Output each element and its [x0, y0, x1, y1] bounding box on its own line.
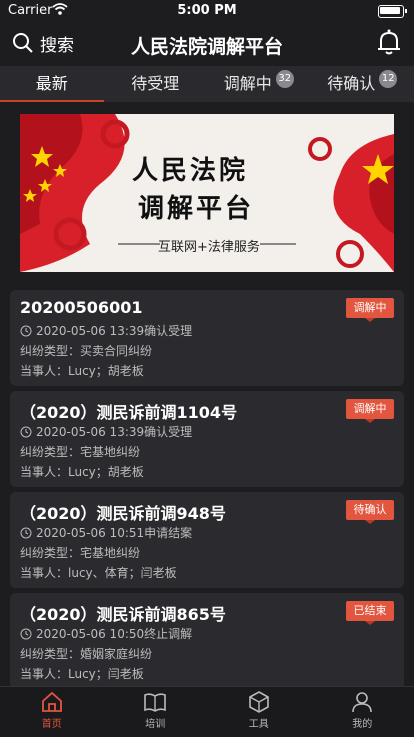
- tab-label: 待确认: [327, 74, 375, 93]
- tabbar-label: 培训: [145, 719, 165, 730]
- page-title: 人民法院调解平台: [0, 32, 414, 59]
- book-icon: [143, 691, 167, 713]
- tab-latest[interactable]: 最新: [0, 66, 104, 102]
- case-party: 当事人：Lucy；闫老板: [20, 665, 144, 682]
- case-type: 纠纷类型：宅基地纠纷: [20, 544, 140, 561]
- battery-icon: [378, 5, 404, 18]
- case-card[interactable]: （2020）测民诉前调865号 2020-05-06 10:50终止调解 纠纷类…: [10, 593, 404, 689]
- banner-subtitle: 互联网+法律服务: [158, 236, 260, 255]
- tab-label: 调解中: [224, 74, 272, 93]
- tab-mediating[interactable]: 调解中32: [207, 66, 311, 102]
- promo-banner[interactable]: 人民法院 调解平台 互联网+法律服务: [20, 114, 394, 272]
- case-card[interactable]: 20200506001 2020-05-06 13:39确认受理 纠纷类型：买卖…: [10, 290, 404, 386]
- tabbar-home[interactable]: 首页: [0, 687, 104, 737]
- tabbar-tools[interactable]: 工具: [207, 687, 311, 737]
- tabbar-training[interactable]: 培训: [104, 687, 208, 737]
- user-icon: [350, 691, 374, 713]
- case-time-text: 2020-05-06 10:50终止调解: [36, 625, 192, 642]
- status-badge: 调解中: [346, 298, 394, 318]
- count-badge: 12: [379, 70, 397, 88]
- case-card[interactable]: （2020）测民诉前调948号 2020-05-06 10:51申请结案 纠纷类…: [10, 492, 404, 588]
- tab-label: 最新: [36, 74, 68, 93]
- case-time: 2020-05-06 10:51申请结案: [20, 524, 192, 541]
- status-badge: 已结束: [346, 601, 394, 621]
- case-time-text: 2020-05-06 13:39确认受理: [36, 322, 192, 339]
- case-number: （2020）测民诉前调1104号: [20, 399, 237, 423]
- case-number: 20200506001: [20, 298, 142, 317]
- clock-icon: [20, 325, 32, 337]
- case-party: 当事人：Lucy；胡老板: [20, 362, 144, 379]
- tabbar-mine[interactable]: 我的: [311, 687, 414, 737]
- case-party: 当事人：lucy、体育；闫老板: [20, 564, 177, 581]
- tab-label: 待受理: [131, 74, 179, 93]
- nav-bar: 搜索 人民法院调解平台: [0, 22, 414, 64]
- tabbar-label: 首页: [42, 719, 62, 730]
- tab-pending-accept[interactable]: 待受理: [104, 66, 208, 102]
- case-party: 当事人：Lucy；胡老板: [20, 463, 144, 480]
- case-time: 2020-05-06 13:39确认受理: [20, 423, 192, 440]
- case-type: 纠纷类型：买卖合同纠纷: [20, 342, 152, 359]
- bottom-tab-bar: 首页 培训 工具 我的: [0, 686, 414, 737]
- tab-pending-confirm[interactable]: 待确认12: [311, 66, 414, 102]
- case-type: 纠纷类型：婚姻家庭纠纷: [20, 645, 152, 662]
- case-type: 纠纷类型：宅基地纠纷: [20, 443, 140, 460]
- clock: 5:00 PM: [0, 3, 414, 18]
- cube-icon: [247, 691, 271, 713]
- count-badge: 32: [276, 70, 294, 88]
- tabbar-label: 我的: [352, 719, 372, 730]
- bell-icon[interactable]: [376, 28, 402, 60]
- status-badge: 调解中: [346, 399, 394, 419]
- case-time-text: 2020-05-06 10:51申请结案: [36, 524, 192, 541]
- status-badge: 待确认: [346, 500, 394, 520]
- banner-title-line1: 人民法院: [132, 150, 248, 187]
- case-number: （2020）测民诉前调948号: [20, 500, 226, 524]
- case-time-text: 2020-05-06 13:39确认受理: [36, 423, 192, 440]
- case-time: 2020-05-06 10:50终止调解: [20, 625, 192, 642]
- banner-title-line2: 调解平台: [138, 188, 254, 225]
- tab-bar-top: 最新 待受理 调解中32 待确认12: [0, 66, 414, 102]
- status-bar: Carrier 5:00 PM: [0, 0, 414, 22]
- clock-icon: [20, 527, 32, 539]
- case-time: 2020-05-06 13:39确认受理: [20, 322, 192, 339]
- home-icon: [40, 691, 64, 713]
- clock-icon: [20, 426, 32, 438]
- clock-icon: [20, 628, 32, 640]
- case-card[interactable]: （2020）测民诉前调1104号 2020-05-06 13:39确认受理 纠纷…: [10, 391, 404, 487]
- tabbar-label: 工具: [249, 719, 269, 730]
- case-number: （2020）测民诉前调865号: [20, 601, 226, 625]
